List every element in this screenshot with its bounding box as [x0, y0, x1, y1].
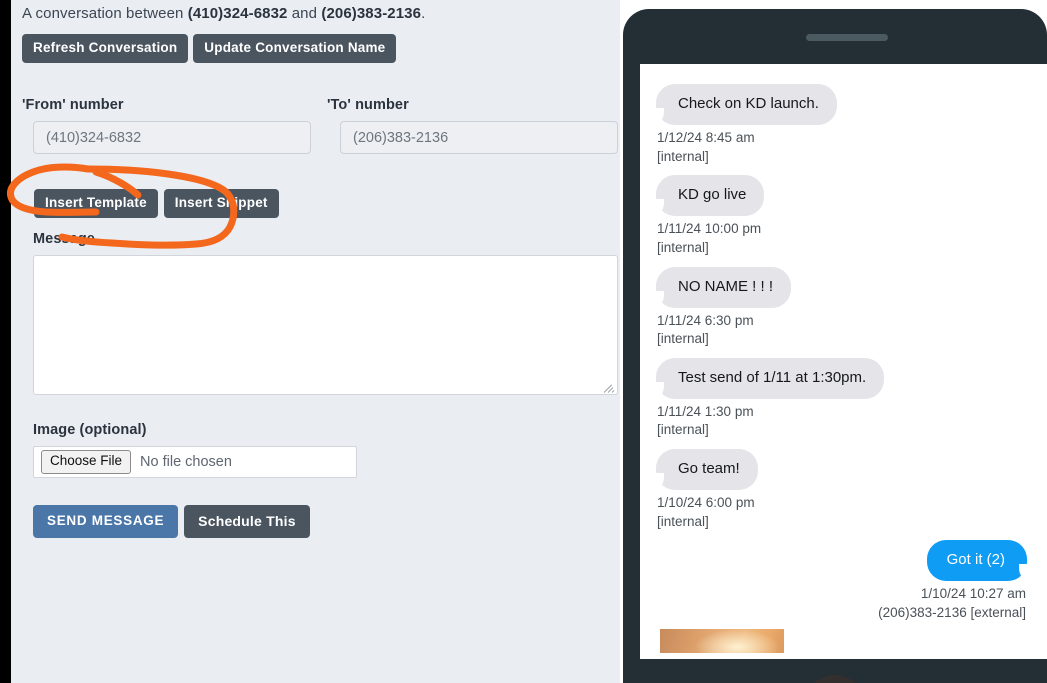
message-row: Check on KD launch. 1/12/24 8:45 am [inter… — [640, 84, 1047, 166]
incoming-message-bubble[interactable]: NO NAME ! ! ! — [651, 266, 792, 309]
from-number-label: 'From' number — [22, 97, 124, 113]
intro-suffix: . — [421, 5, 426, 22]
image-label: Image (optional) — [33, 422, 147, 438]
message-row: Go team! 1/10/24 6:00 pm [internal] — [640, 449, 1047, 531]
message-row: Got it (2) 1/10/24 10:27 am (206)383-2136 … — [640, 540, 1047, 653]
message-meta: 1/11/24 1:30 pm [internal] — [656, 403, 1029, 440]
message-meta: 1/12/24 8:45 am [internal] — [656, 129, 1029, 166]
intro-to-number: (206)383-2136 — [321, 5, 422, 22]
phone-screen: Check on KD launch. 1/12/24 8:45 am [inter… — [640, 64, 1047, 659]
message-meta: 1/11/24 10:00 pm [internal] — [656, 220, 1029, 257]
from-number-input[interactable] — [33, 121, 311, 154]
to-number-input[interactable] — [340, 121, 618, 154]
message-row: KD go live 1/11/24 10:00 pm [internal] — [640, 175, 1047, 257]
intro-middle: and — [287, 5, 322, 22]
choose-file-button[interactable]: Choose File — [41, 450, 132, 474]
bubble-wrapper: NO NAME ! ! ! — [651, 266, 1029, 309]
incoming-message-bubble[interactable]: Test send of 1/11 at 1:30pm. — [651, 357, 885, 400]
message-source: [internal] — [657, 513, 709, 529]
message-attachment-image[interactable] — [660, 628, 784, 653]
message-row: Test send of 1/11 at 1:30pm. 1/11/24 1:30… — [640, 357, 1047, 440]
screen: A conversation between (410)324-6832 and… — [0, 0, 1047, 683]
message-source: [internal] — [657, 422, 709, 438]
message-source: [internal] — [657, 148, 709, 164]
conversation-intro: A conversation between (410)324-6832 and… — [22, 5, 425, 22]
message-timestamp: 1/11/24 10:00 pm — [657, 221, 762, 237]
outgoing-message-bubble[interactable]: Got it (2) — [926, 540, 1032, 583]
file-input[interactable]: Choose File No file chosen — [33, 446, 357, 478]
message-label: Message — [33, 231, 95, 247]
submit-actions: SEND MESSAGE Schedule This — [33, 505, 310, 538]
message-meta: 1/11/24 6:30 pm [internal] — [656, 312, 1029, 349]
message-meta: 1/10/24 10:27 am (206)383-2136 [external] — [656, 585, 1027, 622]
message-source: [internal] — [657, 331, 709, 347]
incoming-message-bubble[interactable]: Go team! — [652, 449, 758, 491]
message-textarea[interactable] — [33, 255, 618, 395]
bubble-wrapper: Test send of 1/11 at 1:30pm. — [651, 357, 1029, 400]
message-timestamp: 1/10/24 10:27 am — [920, 586, 1026, 602]
insert-actions: Insert Template Insert Snippet — [34, 189, 279, 218]
phone-home-button[interactable] — [804, 675, 866, 683]
message-source: (206)383-2136 [external] — [878, 604, 1026, 620]
refresh-conversation-button[interactable]: Refresh Conversation — [22, 34, 189, 63]
left-rail — [0, 0, 11, 683]
conversation-actions: Refresh Conversation Update Conversation… — [22, 34, 397, 63]
phone-mockup: Check on KD launch. 1/12/24 8:45 am [inter… — [623, 9, 1047, 683]
incoming-message-bubble[interactable]: Check on KD launch. — [652, 84, 837, 126]
message-thread[interactable]: Check on KD launch. 1/12/24 8:45 am [inter… — [640, 64, 1047, 659]
intro-prefix: A conversation between — [22, 5, 188, 22]
message-timestamp: 1/12/24 8:45 am — [657, 130, 755, 145]
update-conversation-name-button[interactable]: Update Conversation Name — [193, 34, 397, 63]
message-timestamp: 1/11/24 1:30 pm — [657, 403, 754, 419]
message-compose-panel: A conversation between (410)324-6832 and… — [11, 0, 620, 683]
phone-speaker-icon — [806, 34, 888, 41]
send-message-button[interactable]: SEND MESSAGE — [33, 505, 179, 538]
bubble-wrapper: Check on KD launch. — [652, 84, 1029, 126]
incoming-message-bubble[interactable]: KD go live — [651, 175, 765, 218]
message-source: [internal] — [657, 239, 709, 255]
insert-template-button[interactable]: Insert Template — [34, 189, 158, 218]
bubble-wrapper: Go team! — [652, 449, 1029, 491]
bubble-wrapper: Got it (2) — [656, 540, 1032, 583]
no-file-chosen-label: No file chosen — [140, 454, 232, 470]
schedule-this-button[interactable]: Schedule This — [184, 505, 310, 538]
message-row: NO NAME ! ! ! 1/11/24 6:30 pm [internal] — [640, 266, 1047, 349]
to-number-label: 'To' number — [327, 97, 409, 113]
intro-from-number: (410)324-6832 — [187, 5, 288, 22]
insert-snippet-button[interactable]: Insert Snippet — [163, 189, 279, 218]
bubble-wrapper: KD go live — [651, 175, 1029, 218]
message-timestamp: 1/10/24 6:00 pm — [657, 495, 755, 510]
message-timestamp: 1/11/24 6:30 pm — [657, 312, 754, 328]
message-meta: 1/10/24 6:00 pm [internal] — [656, 494, 1029, 531]
